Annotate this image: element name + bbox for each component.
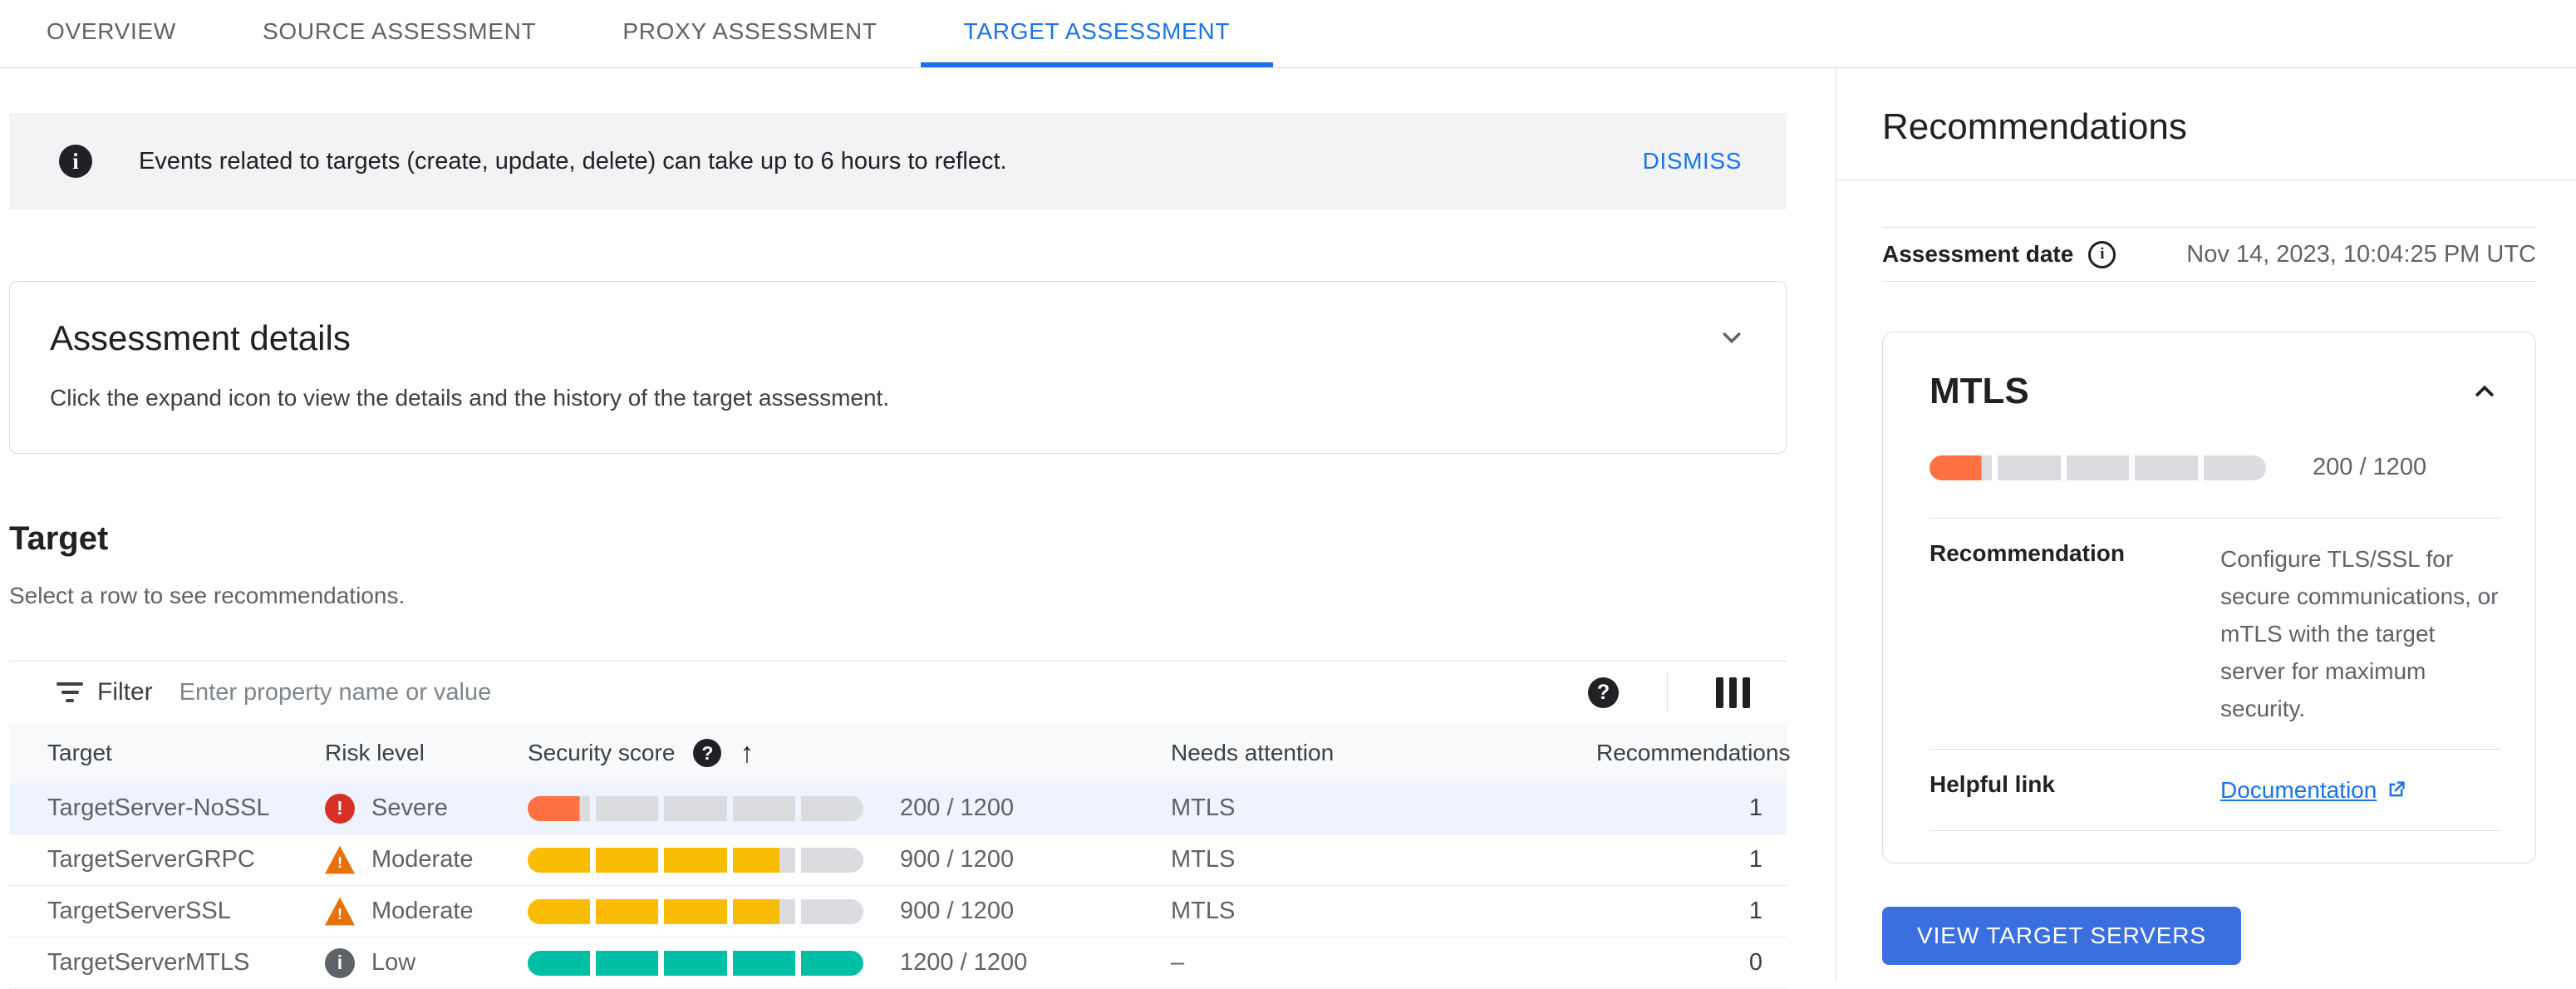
target-table: Filter ? Target Risk level Security scor… [9, 661, 1791, 989]
info-banner: i Events related to targets (create, upd… [9, 113, 1787, 209]
tab-source-assessment[interactable]: SOURCE ASSESSMENT [219, 0, 579, 67]
info-icon: i [59, 145, 92, 178]
dismiss-button[interactable]: DISMISS [1643, 148, 1742, 175]
assessment-details-title: Assessment details [50, 318, 351, 357]
security-score-value: 900 / 1200 [900, 898, 1015, 924]
security-score-bar [528, 847, 864, 873]
column-display-icon[interactable] [1716, 677, 1750, 708]
tab-target-assessment[interactable]: TARGET ASSESSMENT [920, 0, 1274, 67]
recommendations-count: 1 [1748, 898, 1762, 924]
filter-help-icon[interactable]: ? [1588, 677, 1619, 708]
target-name: TargetServerGRPC [47, 846, 255, 873]
chevron-down-icon[interactable] [1716, 322, 1748, 353]
security-score-help-icon[interactable]: ? [693, 739, 722, 767]
target-name: TargetServerMTLS [47, 949, 250, 976]
security-score-value: 200 / 1200 [900, 795, 1015, 821]
needs-attention-value: MTLS [1171, 795, 1236, 821]
assessment-date-value: Nov 14, 2023, 10:04:25 PM UTC [2186, 240, 2536, 268]
target-section-caption: Select a row to see recommendations. [9, 583, 406, 608]
risk-label: Severe [371, 795, 448, 821]
documentation-link[interactable]: Documentation [2220, 771, 2407, 809]
assessment-date-row: Assessment date i Nov 14, 2023, 10:04:25… [1882, 227, 2536, 282]
column-header-recommendations: Recommendations [1596, 740, 1791, 765]
column-header-needs-attention: Needs attention [1171, 740, 1335, 765]
risk-label: Moderate [371, 898, 474, 924]
helpful-link-row: Helpful link Documentation [1930, 749, 2500, 831]
mtls-card-title: MTLS [1930, 371, 2029, 411]
assessment-date-label: Assessment date [1882, 241, 2074, 267]
table-row[interactable]: TargetServerMTLS i Low 1200 / 1200 – 0 [9, 937, 1787, 989]
mtls-score-bar [1930, 455, 2267, 480]
security-score-value: 1200 / 1200 [900, 949, 1028, 976]
assessment-date-info-icon[interactable]: i [2088, 240, 2116, 268]
severe-risk-icon: ! [325, 793, 355, 824]
target-section-title: Target [9, 520, 109, 557]
chevron-up-icon[interactable] [2469, 376, 2500, 407]
recommendations-title: Recommendations [1882, 106, 2187, 147]
assessment-details-card: Assessment details Click the expand icon… [9, 281, 1787, 454]
filter-input[interactable] [177, 677, 1588, 707]
recommendations-count: 1 [1748, 795, 1762, 821]
moderate-risk-icon: ! [325, 897, 355, 926]
target-name: TargetServer-NoSSL [47, 795, 270, 821]
tab-overview[interactable]: OVERVIEW [3, 0, 219, 67]
mtls-recommendation-card: MTLS 200 / 1200 Recommendation Configure… [1882, 332, 2536, 864]
needs-attention-value: MTLS [1171, 898, 1236, 924]
target-assessment-main: i Events related to targets (create, upd… [0, 68, 1836, 989]
security-score-bar [528, 898, 864, 924]
filter-icon [56, 682, 84, 702]
table-row[interactable]: TargetServerSSL ! Moderate 900 / 1200 MT… [9, 886, 1787, 937]
toolbar-divider [1667, 673, 1668, 711]
recommendation-label: Recommendation [1930, 540, 2125, 566]
table-row[interactable]: TargetServerGRPC ! Moderate 900 / 1200 M… [9, 834, 1787, 886]
low-risk-icon: i [325, 947, 355, 978]
security-score-value: 900 / 1200 [900, 846, 1015, 873]
table-header: Target Risk level Security score ? ↑ Nee… [9, 723, 1791, 783]
security-score-bar [528, 795, 864, 821]
recommendations-panel: Recommendations Assessment date i Nov 14… [1836, 68, 2576, 981]
filter-toolbar: Filter ? [9, 662, 1787, 723]
column-header-risk-level: Risk level [325, 740, 425, 765]
moderate-risk-icon: ! [325, 845, 355, 874]
risk-label: Moderate [371, 846, 474, 873]
needs-attention-value: MTLS [1171, 846, 1236, 873]
target-name: TargetServerSSL [47, 898, 231, 924]
needs-attention-value: – [1171, 949, 1185, 976]
filter-label: Filter [97, 678, 153, 706]
recommendations-count: 1 [1748, 846, 1762, 873]
column-header-security-score[interactable]: Security score ? ↑ [528, 739, 900, 767]
mtls-score-value: 200 / 1200 [2313, 454, 2427, 480]
column-header-target: Target [47, 740, 112, 765]
tab-proxy-assessment[interactable]: PROXY ASSESSMENT [579, 0, 920, 67]
table-row[interactable]: TargetServer-NoSSL ! Severe 200 / 1200 M… [9, 783, 1787, 834]
security-score-bar [528, 950, 864, 976]
recommendation-text: Configure TLS/SSL for secure communicati… [2220, 546, 2499, 721]
assessment-details-caption: Click the expand icon to view the detail… [50, 385, 890, 411]
recommendations-count: 0 [1748, 949, 1762, 976]
assessment-tabbar: OVERVIEW SOURCE ASSESSMENT PROXY ASSESSM… [0, 0, 2576, 68]
view-target-servers-button[interactable]: VIEW TARGET SERVERS [1882, 907, 2242, 965]
target-table-body: TargetServer-NoSSL ! Severe 200 / 1200 M… [9, 783, 1787, 989]
risk-label: Low [371, 949, 416, 976]
external-link-icon [2389, 781, 2405, 797]
documentation-link-text: Documentation [2220, 777, 2377, 803]
sort-ascending-icon[interactable]: ↑ [740, 739, 754, 767]
helpful-link-label: Helpful link [1930, 771, 2055, 797]
banner-message: Events related to targets (create, updat… [139, 147, 1007, 175]
recommendation-row: Recommendation Configure TLS/SSL for sec… [1930, 518, 2500, 749]
security-score-label: Security score [528, 740, 676, 765]
